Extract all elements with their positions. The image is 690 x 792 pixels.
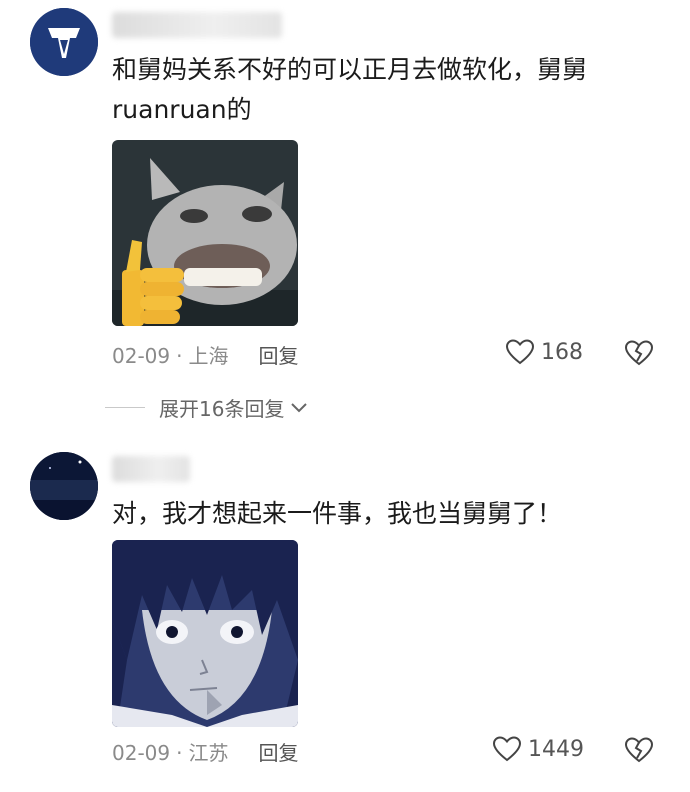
comment-location: 上海 bbox=[188, 344, 229, 368]
cat-image bbox=[112, 140, 298, 326]
dislike-button[interactable] bbox=[624, 736, 654, 764]
heart-outline-icon bbox=[492, 736, 522, 762]
thumbs-up-cat-sticker[interactable] bbox=[112, 140, 298, 326]
separator-dot: · bbox=[176, 344, 183, 368]
separator-dot: · bbox=[176, 741, 183, 765]
comment-item: 用户 对，我才想起来一件事，我也当舅舅了！ 02-09·江苏 回复 bbox=[0, 440, 690, 792]
comment-date: 02-09 bbox=[112, 344, 171, 368]
reply-button[interactable]: 回复 bbox=[258, 340, 298, 369]
heart-outline-icon bbox=[505, 339, 535, 365]
avatar[interactable] bbox=[30, 452, 98, 520]
anime-character-sticker[interactable] bbox=[112, 540, 298, 727]
expand-replies-label: 展开16条回复 bbox=[159, 397, 285, 421]
avatar[interactable] bbox=[30, 8, 98, 76]
anime-character-image bbox=[112, 540, 298, 727]
comment-date: 02-09 bbox=[112, 741, 171, 765]
chevron-down-icon bbox=[291, 402, 308, 412]
broken-heart-icon bbox=[624, 340, 654, 366]
like-button[interactable]: 1449 bbox=[492, 735, 584, 763]
like-count: 168 bbox=[541, 339, 583, 365]
username[interactable]: 用户 bbox=[112, 456, 190, 482]
comment-text: 对，我才想起来一件事，我也当舅舅了！ bbox=[112, 499, 563, 528]
comment-meta: 02-09 · 江苏 回复 bbox=[112, 737, 298, 766]
comment-meta: 02-09 · 上海 回复 bbox=[112, 340, 298, 369]
like-count: 1449 bbox=[528, 736, 584, 762]
comment-text: 和舅妈关系不好的可以正月去做软化，舅舅ruanruan的 bbox=[112, 55, 588, 124]
like-button[interactable]: 168 bbox=[505, 338, 583, 366]
comment-location: 江苏 bbox=[188, 741, 229, 765]
reply-button[interactable]: 回复 bbox=[258, 737, 298, 766]
avatar-night-scene-icon bbox=[30, 452, 98, 520]
dislike-button[interactable] bbox=[624, 339, 654, 367]
divider-line bbox=[105, 407, 145, 408]
comment-item: 用户 和舅妈关系不好的可以正月去做软化，舅舅ruanruan的 02-09·上海… bbox=[0, 0, 690, 440]
broken-heart-icon bbox=[624, 737, 654, 763]
expand-replies-button[interactable]: 展开16条回复 bbox=[105, 393, 308, 422]
username[interactable]: 用户 bbox=[112, 12, 282, 38]
avatar-logo-icon bbox=[30, 8, 98, 76]
